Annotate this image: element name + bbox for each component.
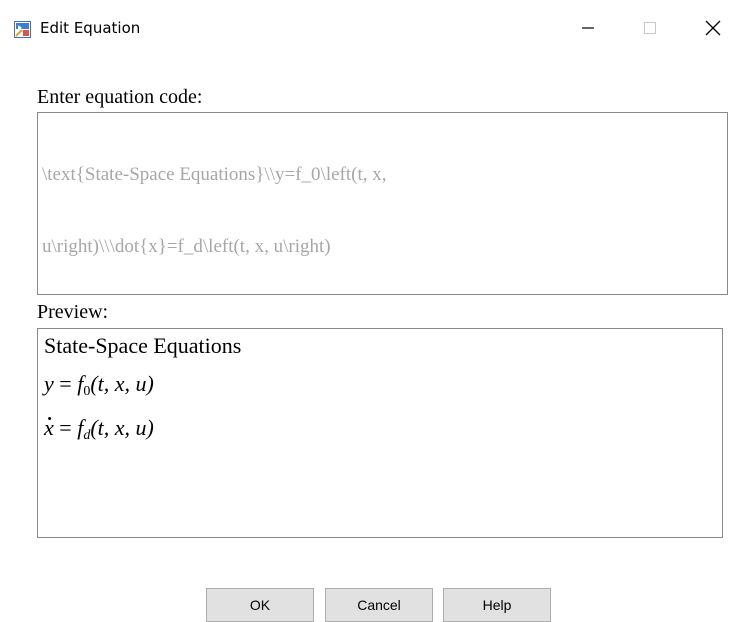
eq1-args: (t, x, u) xyxy=(90,371,154,396)
eq2-args: (t, x, u) xyxy=(90,415,154,440)
preview-equation-state: x = fd(t, x, u) xyxy=(44,415,154,444)
eq2-lhs: x xyxy=(44,415,54,440)
preview-label: Preview: xyxy=(37,301,109,323)
minimize-icon xyxy=(581,21,595,40)
eq2-equals: = xyxy=(53,415,78,440)
cancel-button[interactable]: Cancel xyxy=(325,588,433,622)
code-line-1: \text{State-Space Equations}\\y=f_0\left… xyxy=(42,164,387,185)
close-icon xyxy=(705,20,721,41)
equation-code-input[interactable]: \text{State-Space Equations}\\y=f_0\left… xyxy=(37,112,728,295)
preview-equation-output: y = f0(t, x, u) xyxy=(44,371,154,400)
code-line-2: u\right)\\\dot{x}=f_d\left(t, x, u\right… xyxy=(42,236,331,257)
close-button[interactable] xyxy=(690,10,736,50)
preview-title: State-Space Equations xyxy=(44,333,242,358)
edit-equation-dialog: Edit Equation Enter equation code: \text… xyxy=(0,0,737,622)
eq1-equals: = xyxy=(53,371,78,396)
maximize-button[interactable] xyxy=(627,10,673,50)
title-bar: Edit Equation xyxy=(0,0,737,58)
preview-pane: State-Space Equations y = f0(t, x, u) x … xyxy=(37,328,723,538)
maximize-icon xyxy=(643,21,657,40)
window-title: Edit Equation xyxy=(40,19,141,37)
eq1-lhs: y xyxy=(44,371,54,396)
app-icon xyxy=(14,21,31,38)
code-label: Enter equation code: xyxy=(37,86,203,108)
help-button[interactable]: Help xyxy=(443,588,551,622)
minimize-button[interactable] xyxy=(565,10,611,50)
ok-button[interactable]: OK xyxy=(206,588,314,622)
